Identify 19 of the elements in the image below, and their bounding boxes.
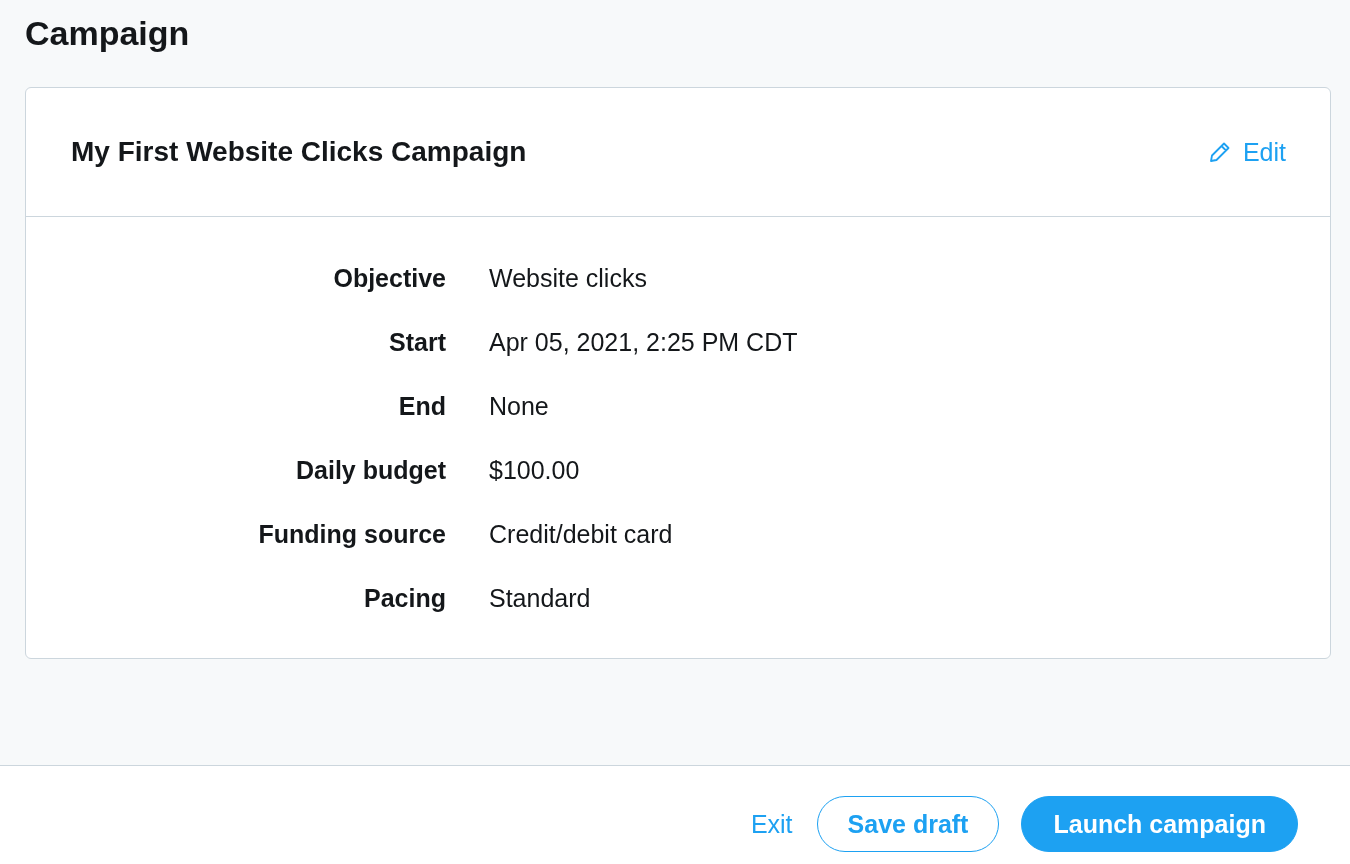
detail-value: None	[489, 391, 549, 421]
campaign-title: My First Website Clicks Campaign	[71, 136, 527, 168]
detail-value: Credit/debit card	[489, 519, 673, 549]
detail-value: Website clicks	[489, 263, 647, 293]
detail-label: Daily budget	[296, 455, 446, 484]
detail-label: End	[398, 391, 446, 420]
detail-label: Start	[389, 327, 446, 356]
save-draft-button[interactable]: Save draft	[816, 796, 1000, 852]
page-title: Campaign	[25, 13, 190, 53]
exit-link[interactable]: Exit	[750, 809, 793, 839]
pencil-icon	[1208, 141, 1231, 163]
detail-value: Apr 05, 2021, 2:25 PM CDT	[489, 327, 798, 357]
detail-value: $100.00	[489, 455, 580, 485]
detail-label: Pacing	[364, 583, 446, 612]
edit-link[interactable]: Edit	[1208, 137, 1286, 167]
launch-campaign-button[interactable]: Launch campaign	[1021, 796, 1298, 852]
detail-label: Objective	[333, 263, 446, 292]
detail-value: Standard	[489, 583, 591, 613]
detail-label: Funding source	[258, 519, 446, 548]
